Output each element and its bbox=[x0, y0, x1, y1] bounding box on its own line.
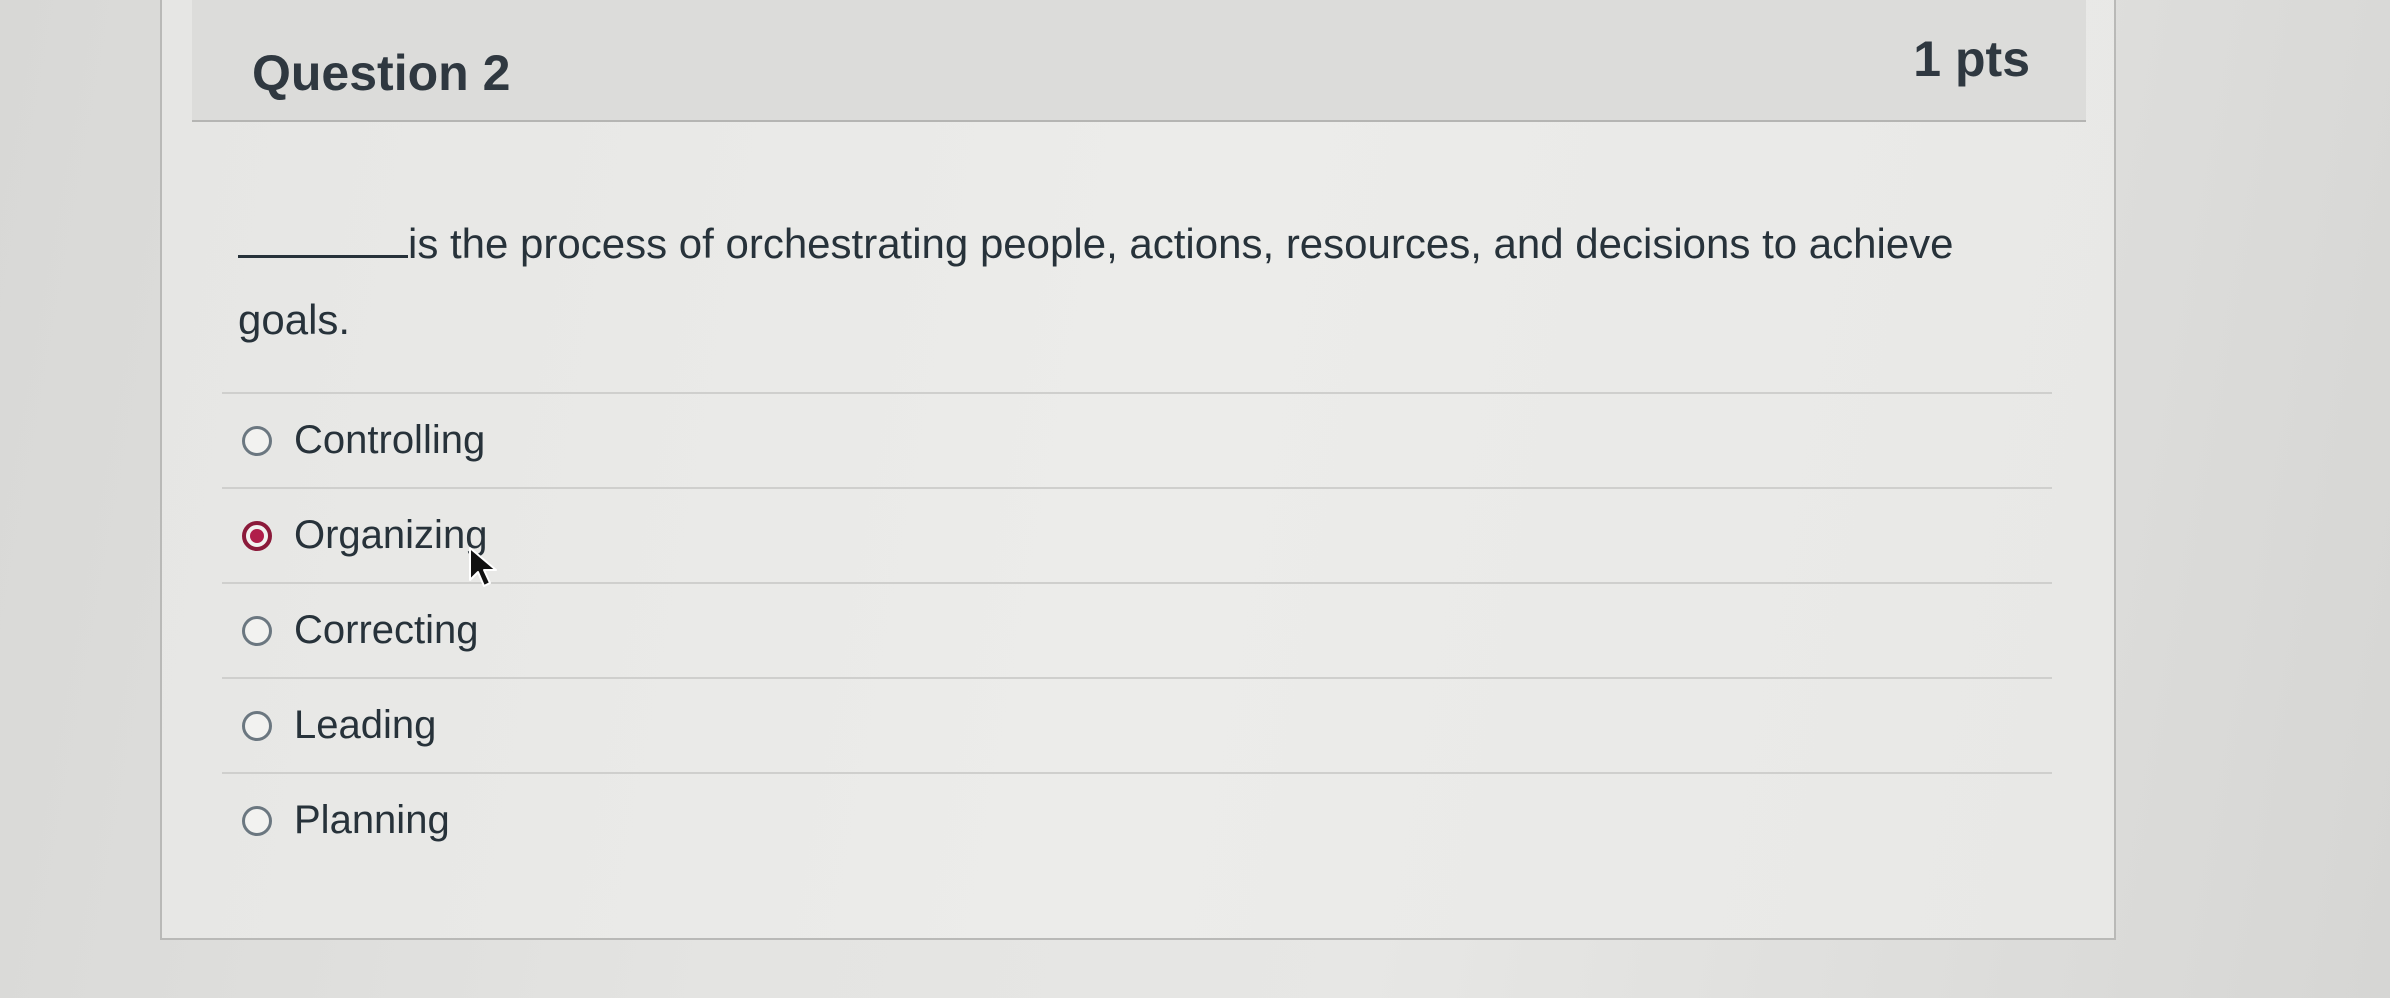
question-card: Question 2 1 pts is the process of orche… bbox=[160, 0, 2116, 940]
answer-option-planning[interactable]: Planning bbox=[222, 772, 2052, 867]
fill-in-blank bbox=[238, 227, 408, 258]
answer-option-leading[interactable]: Leading bbox=[222, 677, 2052, 772]
answer-label: Controlling bbox=[294, 418, 486, 462]
answer-label: Correcting bbox=[294, 608, 479, 652]
question-prompt: is the process of orchestrating people, … bbox=[238, 220, 1954, 343]
question-header: Question 2 1 pts bbox=[192, 0, 2086, 122]
answer-label: Planning bbox=[294, 798, 450, 842]
question-points: 1 pts bbox=[1913, 31, 2030, 87]
radio-button[interactable] bbox=[242, 805, 272, 836]
question-title: Question 2 bbox=[252, 45, 511, 101]
radio-button-selected[interactable] bbox=[242, 520, 272, 551]
answer-option-controlling[interactable]: Controlling bbox=[222, 392, 2052, 487]
radio-button[interactable] bbox=[242, 615, 272, 646]
radio-button[interactable] bbox=[242, 425, 272, 456]
radio-button[interactable] bbox=[242, 710, 272, 741]
answer-option-correcting[interactable]: Correcting bbox=[222, 582, 2052, 677]
answer-label: Leading bbox=[294, 703, 437, 747]
answer-list: Controlling Organizing Correcting Leadin… bbox=[222, 392, 2052, 867]
answer-label: Organizing bbox=[294, 513, 488, 557]
mouse-pointer-icon bbox=[469, 547, 497, 587]
question-text: is the process of orchestrating people, … bbox=[238, 206, 2028, 358]
